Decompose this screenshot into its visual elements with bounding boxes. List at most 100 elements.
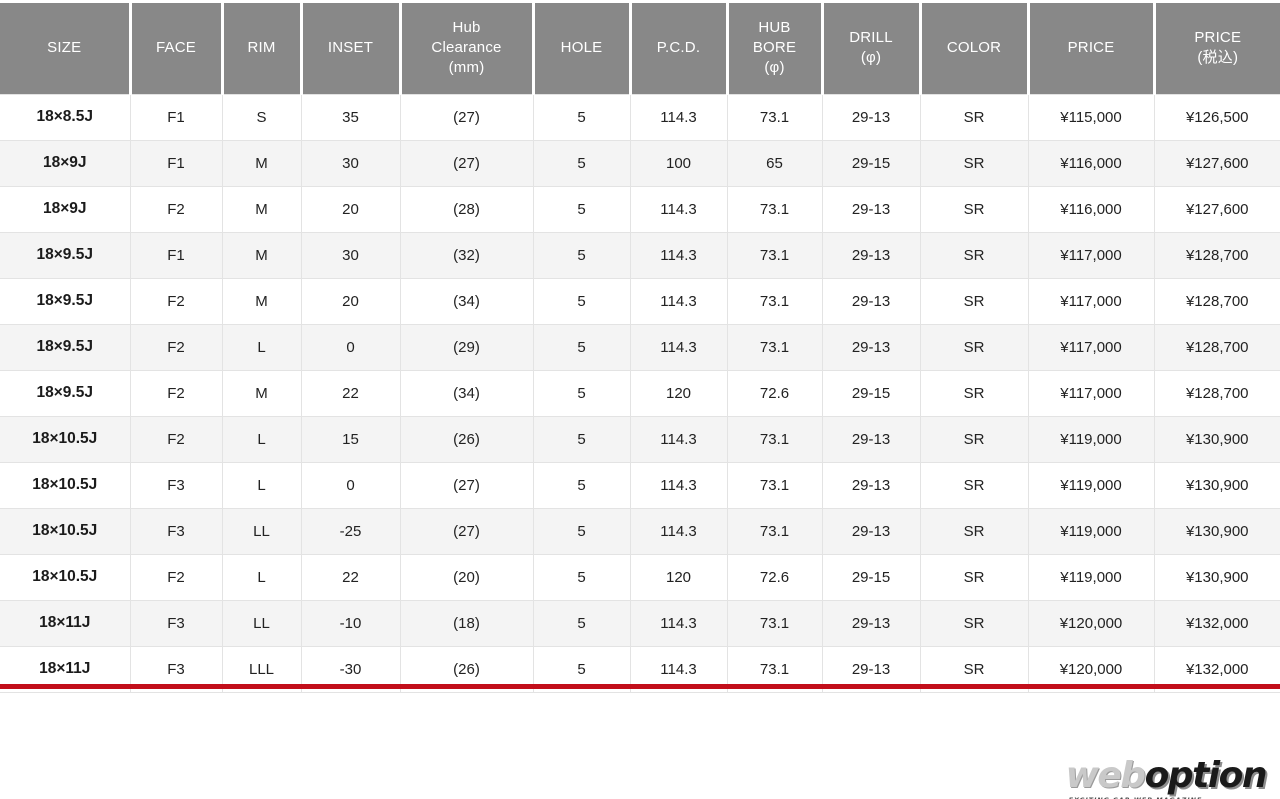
cell-face: F1 bbox=[129, 93, 223, 141]
cell-hub_bore: 73.1 bbox=[726, 507, 823, 555]
cell-inset: 30 bbox=[300, 231, 401, 279]
column-header-hub-clearance: Hub Clearance (mm) bbox=[398, 3, 535, 94]
cell-face: F2 bbox=[129, 277, 223, 325]
column-header-pcd: P.C.D. bbox=[628, 3, 729, 94]
cell-rim: S bbox=[221, 93, 302, 141]
cell-price_tax: ¥126,500 bbox=[1153, 93, 1280, 141]
table-row: 18×10.5J F2 L 15 (26) 5 114.3 73.1 29-13 SR ¥119,0… bbox=[0, 415, 1280, 463]
cell-hole: 5 bbox=[532, 277, 631, 325]
cell-rim: L bbox=[221, 553, 302, 601]
table-row: 18×10.5J F3 LL -25 (27) 5 114.3 73.1 29-13 SR ¥119… bbox=[0, 507, 1280, 555]
cell-size: 18×11J bbox=[0, 599, 131, 647]
cell-price: ¥116,000 bbox=[1027, 185, 1155, 233]
cell-size: 18×9.5J bbox=[0, 277, 131, 325]
cell-price_tax: ¥128,700 bbox=[1153, 231, 1280, 279]
cell-size: 18×9J bbox=[0, 185, 131, 233]
cell-pcd: 120 bbox=[629, 553, 728, 601]
cell-face: F2 bbox=[129, 185, 223, 233]
cell-hub_clearance: (34) bbox=[399, 369, 534, 417]
cell-pcd: 114.3 bbox=[629, 231, 728, 279]
cell-drill: 29-13 bbox=[821, 507, 921, 555]
cell-color: SR bbox=[919, 185, 1029, 233]
column-header-inset: INSET bbox=[299, 3, 402, 94]
cell-price: ¥119,000 bbox=[1027, 507, 1155, 555]
cell-drill: 29-15 bbox=[821, 139, 921, 187]
cell-hub_clearance: (27) bbox=[399, 93, 534, 141]
cell-hole: 5 bbox=[532, 93, 631, 141]
cell-hole: 5 bbox=[532, 415, 631, 463]
cell-pcd: 114.3 bbox=[629, 599, 728, 647]
cell-hole: 5 bbox=[532, 185, 631, 233]
cell-size: 18×9.5J bbox=[0, 323, 131, 371]
table-header: SIZE FACE RIM INSET Hub Clearance (mm) HOL… bbox=[0, 3, 1280, 94]
cell-size: 18×9.5J bbox=[0, 369, 131, 417]
cell-hole: 5 bbox=[532, 323, 631, 371]
cell-inset: 22 bbox=[300, 369, 401, 417]
cell-face: F2 bbox=[129, 369, 223, 417]
cell-color: SR bbox=[919, 231, 1029, 279]
cell-price: ¥115,000 bbox=[1027, 93, 1155, 141]
cell-size: 18×9.5J bbox=[0, 231, 131, 279]
cell-hub_bore: 73.1 bbox=[726, 185, 823, 233]
cell-hole: 5 bbox=[532, 461, 631, 509]
cell-color: SR bbox=[919, 507, 1029, 555]
cell-drill: 29-13 bbox=[821, 461, 921, 509]
table-body: 18×8.5J F1 S 35 (27) 5 114.3 73.1 29-13 SR ¥115,00… bbox=[0, 93, 1280, 693]
cell-price_tax: ¥128,700 bbox=[1153, 369, 1280, 417]
cell-size: 18×10.5J bbox=[0, 553, 131, 601]
cell-rim: M bbox=[221, 185, 302, 233]
cell-price: ¥119,000 bbox=[1027, 461, 1155, 509]
cell-price_tax: ¥130,900 bbox=[1153, 553, 1280, 601]
cell-pcd: 114.3 bbox=[629, 461, 728, 509]
table-row: 18×9J F1 M 30 (27) 5 100 65 29-15 SR ¥116,000 ¥127,… bbox=[0, 139, 1280, 187]
cell-inset: -25 bbox=[300, 507, 401, 555]
cell-price_tax: ¥130,900 bbox=[1153, 461, 1280, 509]
cell-inset: 35 bbox=[300, 93, 401, 141]
cell-size: 18×8.5J bbox=[0, 93, 131, 141]
cell-hub_clearance: (34) bbox=[399, 277, 534, 325]
cell-rim: M bbox=[221, 139, 302, 187]
cell-rim: L bbox=[221, 323, 302, 371]
cell-inset: 15 bbox=[300, 415, 401, 463]
cell-hub_bore: 73.1 bbox=[726, 461, 823, 509]
cell-hub_bore: 65 bbox=[726, 139, 823, 187]
cell-hub_clearance: (27) bbox=[399, 461, 534, 509]
cell-hole: 5 bbox=[532, 139, 631, 187]
cell-hub_bore: 72.6 bbox=[726, 369, 823, 417]
cell-hub_clearance: (32) bbox=[399, 231, 534, 279]
cell-hub_bore: 72.6 bbox=[726, 553, 823, 601]
cell-price_tax: ¥128,700 bbox=[1153, 277, 1280, 325]
cell-hole: 5 bbox=[532, 599, 631, 647]
cell-hole: 5 bbox=[532, 507, 631, 555]
cell-rim: M bbox=[221, 277, 302, 325]
table-row: 18×11J F3 LL -10 (18) 5 114.3 73.1 29-13 SR ¥120,0… bbox=[0, 599, 1280, 647]
cell-inset: 30 bbox=[300, 139, 401, 187]
cell-hub_bore: 73.1 bbox=[726, 323, 823, 371]
logo-word-option: option bbox=[1144, 755, 1268, 796]
cell-hole: 5 bbox=[532, 231, 631, 279]
cell-size: 18×10.5J bbox=[0, 461, 131, 509]
cell-hole: 5 bbox=[532, 553, 631, 601]
cell-hub_clearance: (20) bbox=[399, 553, 534, 601]
cell-face: F3 bbox=[129, 507, 223, 555]
site-logo[interactable]: weboption EXCITING CAR WEB MAGAZINE bbox=[1066, 752, 1268, 799]
cell-price: ¥120,000 bbox=[1027, 599, 1155, 647]
cell-hub_clearance: (18) bbox=[399, 599, 534, 647]
cell-price_tax: ¥127,600 bbox=[1153, 139, 1280, 187]
cell-pcd: 114.3 bbox=[629, 93, 728, 141]
cell-color: SR bbox=[919, 461, 1029, 509]
cell-price: ¥117,000 bbox=[1027, 369, 1155, 417]
table-row: 18×10.5J F2 L 22 (20) 5 120 72.6 29-15 SR ¥119,000… bbox=[0, 553, 1280, 601]
cell-drill: 29-13 bbox=[821, 277, 921, 325]
cell-color: SR bbox=[919, 553, 1029, 601]
cell-face: F3 bbox=[129, 461, 223, 509]
table-header-row: SIZE FACE RIM INSET Hub Clearance (mm) HOL… bbox=[0, 3, 1280, 94]
cell-hub_clearance: (29) bbox=[399, 323, 534, 371]
cell-pcd: 114.3 bbox=[629, 507, 728, 555]
cell-pcd: 114.3 bbox=[629, 323, 728, 371]
logo-wordmark: weboption bbox=[1066, 755, 1268, 796]
table-row: 18×10.5J F3 L 0 (27) 5 114.3 73.1 29-13 SR ¥119,00… bbox=[0, 461, 1280, 509]
cell-face: F2 bbox=[129, 323, 223, 371]
cell-pcd: 114.3 bbox=[629, 185, 728, 233]
cell-color: SR bbox=[919, 415, 1029, 463]
